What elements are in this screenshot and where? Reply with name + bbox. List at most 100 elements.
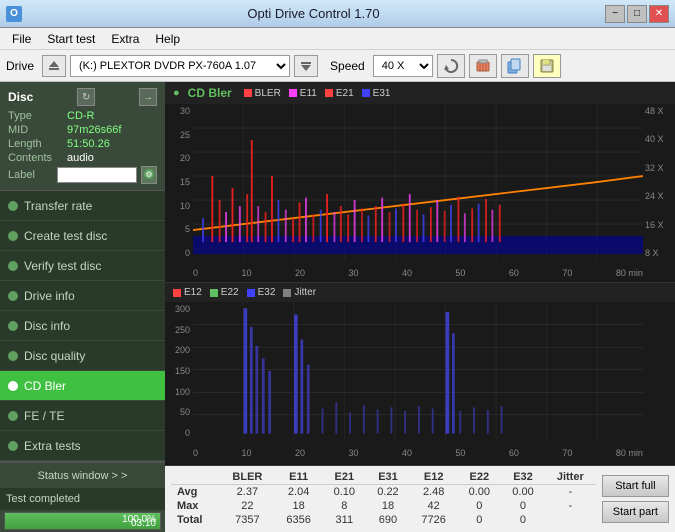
x-label-10: 10 bbox=[241, 268, 251, 278]
avg-jitter: - bbox=[545, 485, 596, 500]
total-bler: 7357 bbox=[220, 513, 275, 527]
legend-e11-dot bbox=[289, 89, 297, 97]
copy-button[interactable] bbox=[501, 54, 529, 78]
drive-eject-icon[interactable] bbox=[42, 55, 66, 77]
x-label-40: 40 bbox=[402, 268, 412, 278]
table-row-max: Max 22 18 8 18 42 0 0 - bbox=[171, 499, 596, 513]
nav-label-verify-test-disc: Verify test disc bbox=[24, 259, 101, 273]
legend-bler-label: BLER bbox=[255, 88, 281, 99]
menu-extra[interactable]: Extra bbox=[103, 30, 147, 48]
sidebar-item-transfer-rate[interactable]: Transfer rate bbox=[0, 191, 165, 221]
maximize-button[interactable]: □ bbox=[627, 5, 647, 23]
disc-contents-key: Contents bbox=[8, 152, 63, 164]
sidebar-item-verify-test-disc[interactable]: Verify test disc bbox=[0, 251, 165, 281]
refresh-button[interactable] bbox=[437, 54, 465, 78]
menu-start-test[interactable]: Start test bbox=[39, 30, 103, 48]
close-button[interactable]: ✕ bbox=[649, 5, 669, 23]
nav-items: Transfer rate Create test disc Verify te… bbox=[0, 191, 165, 461]
row-total-label: Total bbox=[171, 513, 220, 527]
legend-jitter-label: Jitter bbox=[294, 287, 316, 298]
sidebar-item-extra-tests[interactable]: Extra tests bbox=[0, 431, 165, 461]
max-e12: 42 bbox=[410, 499, 458, 513]
speed-selector[interactable]: 40 X bbox=[373, 55, 433, 77]
legend-e21-dot bbox=[325, 89, 333, 97]
disc-action-button[interactable]: → bbox=[139, 88, 157, 106]
row-max-label: Max bbox=[171, 499, 220, 513]
col-header-jitter: Jitter bbox=[545, 470, 596, 485]
table-actions: Start full Start part bbox=[602, 470, 669, 527]
y-label-right-48: 48 X bbox=[643, 106, 675, 116]
legend-e22-dot bbox=[210, 289, 218, 297]
chart2-body: 0 50 100 150 200 250 300 0 10 20 30 bbox=[165, 302, 675, 458]
col-header-bler: BLER bbox=[220, 470, 275, 485]
titlebar: O Opti Drive Control 1.70 − □ ✕ bbox=[0, 0, 675, 28]
col-header-e21: E21 bbox=[322, 470, 366, 485]
y2-label-200: 200 bbox=[165, 345, 193, 355]
y-label-right-24: 24 X bbox=[643, 191, 675, 201]
nav-label-cd-bler: CD Bler bbox=[24, 379, 66, 393]
legend-e32: E32 bbox=[247, 287, 276, 298]
avg-e11: 2.04 bbox=[275, 485, 323, 500]
disc-mid-value: 97m26s66f bbox=[67, 124, 121, 136]
nav-dot bbox=[8, 351, 18, 361]
avg-e12: 2.48 bbox=[410, 485, 458, 500]
disc-type-value: CD-R bbox=[67, 110, 95, 122]
chart1-header: ● CD Bler BLER E11 E21 bbox=[165, 82, 675, 104]
total-e12: 7726 bbox=[410, 513, 458, 527]
nav-dot bbox=[8, 201, 18, 211]
speed-label: Speed bbox=[330, 59, 365, 73]
sidebar-item-drive-info[interactable]: Drive info bbox=[0, 281, 165, 311]
chart2-header: E12 E22 E32 Jitter bbox=[165, 283, 675, 302]
total-e22: 0 bbox=[457, 513, 501, 527]
sidebar-item-create-test-disc[interactable]: Create test disc bbox=[0, 221, 165, 251]
drive-label: Drive bbox=[6, 59, 34, 73]
legend-e11: E11 bbox=[289, 88, 317, 99]
menu-file[interactable]: File bbox=[4, 30, 39, 48]
y2-label-0: 0 bbox=[165, 428, 193, 438]
col-header-empty bbox=[171, 470, 220, 485]
x-label-60: 60 bbox=[509, 268, 519, 278]
col-header-e11: E11 bbox=[275, 470, 323, 485]
x2-label-10: 10 bbox=[241, 448, 251, 458]
disc-header: Disc ↻ → bbox=[8, 88, 157, 106]
status-window-button[interactable]: Status window > > bbox=[0, 462, 165, 488]
data-table: BLER E11 E21 E31 E12 E22 E32 Jitter Avg bbox=[171, 470, 596, 527]
start-part-button[interactable]: Start part bbox=[602, 501, 669, 523]
chart2-x-axis: 0 10 20 30 40 50 60 70 80 min bbox=[193, 448, 643, 458]
y2-label-100: 100 bbox=[165, 387, 193, 397]
legend-e31-label: E31 bbox=[373, 88, 391, 99]
minimize-button[interactable]: − bbox=[605, 5, 625, 23]
table-row-total: Total 7357 6356 311 690 7726 0 0 bbox=[171, 513, 596, 527]
save-button[interactable] bbox=[533, 54, 561, 78]
disc-refresh-button[interactable]: ↻ bbox=[77, 88, 95, 106]
disc-contents-row: Contents audio bbox=[8, 152, 157, 164]
legend-bler: BLER bbox=[244, 88, 281, 99]
menu-help[interactable]: Help bbox=[147, 30, 188, 48]
x-label-0: 0 bbox=[193, 268, 198, 278]
x2-label-80: 80 min bbox=[616, 448, 643, 458]
chart1-title: CD Bler bbox=[188, 86, 232, 100]
disc-label-icon-button[interactable]: ⚙ bbox=[141, 166, 157, 184]
sidebar-item-fe-te[interactable]: FE / TE bbox=[0, 401, 165, 431]
charts-area: ● CD Bler BLER E11 E21 bbox=[165, 82, 675, 466]
erase-button[interactable] bbox=[469, 54, 497, 78]
chart1-body: 0 5 10 15 20 25 30 8 X 16 X 24 X 32 X bbox=[165, 104, 675, 278]
table-header-row: BLER E11 E21 E31 E12 E22 E32 Jitter bbox=[171, 470, 596, 485]
total-e11: 6356 bbox=[275, 513, 323, 527]
progress-bar: 100.0% 03:10 bbox=[4, 512, 161, 530]
sidebar-item-cd-bler[interactable]: CD Bler bbox=[0, 371, 165, 401]
max-e11: 18 bbox=[275, 499, 323, 513]
sidebar-item-disc-quality[interactable]: Disc quality bbox=[0, 341, 165, 371]
legend-e32-label: E32 bbox=[258, 287, 276, 298]
x-label-20: 20 bbox=[295, 268, 305, 278]
y-label-5: 5 bbox=[165, 224, 193, 234]
start-full-button[interactable]: Start full bbox=[602, 475, 669, 497]
y-label-30: 30 bbox=[165, 106, 193, 116]
disc-label-row: Label ⚙ bbox=[8, 166, 157, 184]
nav-label-transfer-rate: Transfer rate bbox=[24, 199, 92, 213]
x2-label-30: 30 bbox=[348, 448, 358, 458]
sidebar-item-disc-info[interactable]: Disc info bbox=[0, 311, 165, 341]
disc-label-input[interactable] bbox=[57, 167, 137, 183]
drive-load-icon[interactable] bbox=[294, 55, 318, 77]
drive-selector[interactable]: (K:) PLEXTOR DVDR PX-760A 1.07 bbox=[70, 55, 290, 77]
